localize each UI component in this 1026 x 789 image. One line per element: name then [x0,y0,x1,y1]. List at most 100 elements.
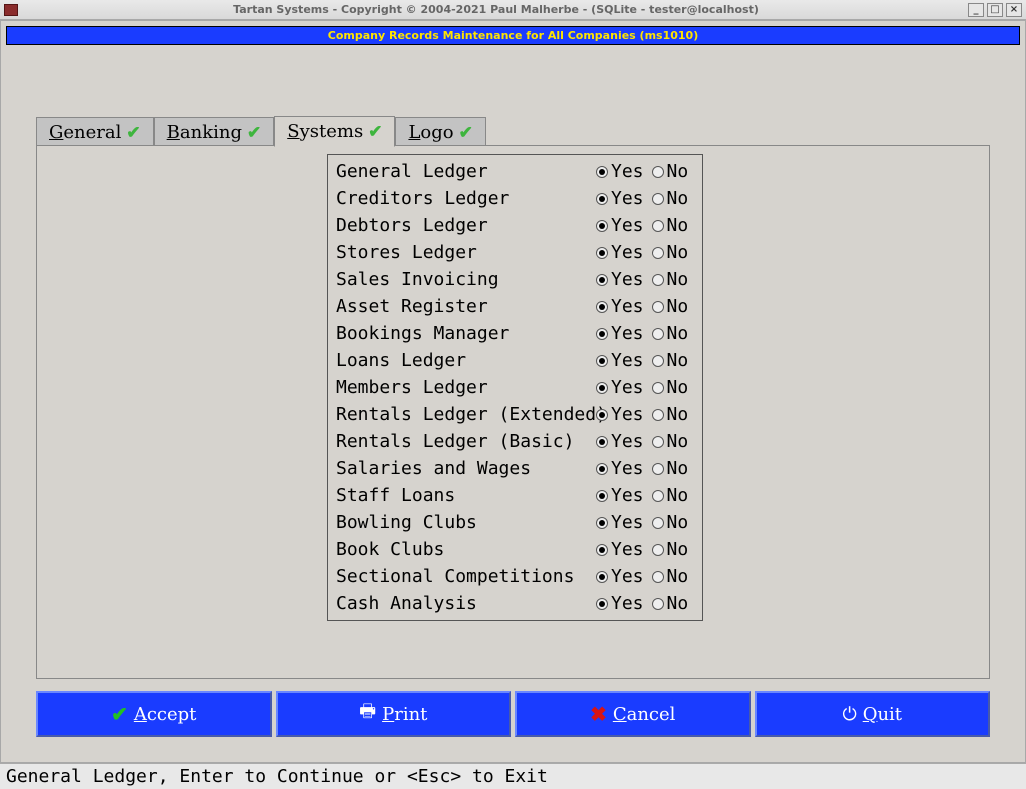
radio-no[interactable] [652,382,664,394]
system-row: General LedgerYesNo [336,158,694,185]
minimize-button[interactable]: _ [968,3,984,17]
radio-no[interactable] [652,247,664,259]
radio-group: Yes No [596,374,694,401]
radio-no[interactable] [652,274,664,286]
radio-yes[interactable] [596,463,608,475]
radio-yes-label: Yes [611,563,644,590]
radio-yes[interactable] [596,220,608,232]
radio-yes-label: Yes [611,158,644,185]
tab-general[interactable]: General✔ [36,117,154,147]
radio-no-label: No [667,320,689,347]
window-controls: _ □ × [968,3,1022,17]
tab-systems[interactable]: Systems✔ [274,116,395,147]
window-titlebar: Tartan Systems - Copyright © 2004-2021 P… [0,0,1026,20]
accept-button[interactable]: ✔ Accept [36,691,272,737]
radio-yes[interactable] [596,598,608,610]
system-label: Bowling Clubs [336,509,596,536]
radio-yes[interactable] [596,328,608,340]
radio-no[interactable] [652,517,664,529]
module-title: Company Records Maintenance for All Comp… [6,26,1020,45]
radio-no[interactable] [652,571,664,583]
radio-group: YesNo [596,266,694,293]
power-icon: ⏻ [842,704,856,725]
system-label: Cash Analysis [336,590,596,617]
radio-no-label: No [667,428,689,455]
system-row: Staff Loans Yes No [336,482,694,509]
check-icon: ✔ [459,123,473,143]
radio-no[interactable] [652,220,664,232]
radio-no[interactable] [652,193,664,205]
radio-yes-label: Yes [611,266,644,293]
radio-group: YesNo [596,239,694,266]
radio-group: YesNo [596,509,694,536]
radio-no[interactable] [652,409,664,421]
system-row: Sectional CompetitionsYesNo [336,563,694,590]
radio-no[interactable] [652,544,664,556]
radio-yes[interactable] [596,544,608,556]
accept-label: Accept [134,704,197,725]
radio-yes[interactable] [596,247,608,259]
system-row: Loans LedgerYesNo [336,347,694,374]
tab-banking[interactable]: Banking✔ [154,117,275,147]
radio-group: YesNo [596,347,694,374]
radio-yes[interactable] [596,166,608,178]
radio-yes-label: Yes [611,212,644,239]
button-bar: ✔ Accept 🖶 Print ✖ Cancel ⏻ Quit [36,691,990,737]
system-label: Bookings Manager [336,320,596,347]
radio-yes[interactable] [596,301,608,313]
systems-panel: General LedgerYesNoCreditors LedgerYesNo… [327,154,703,621]
radio-no[interactable] [652,355,664,367]
radio-no[interactable] [652,490,664,502]
system-row: Book ClubsYesNo [336,536,694,563]
radio-yes[interactable] [596,517,608,529]
radio-no-label: No [667,509,689,536]
system-row: Debtors LedgerYesNo [336,212,694,239]
radio-no[interactable] [652,166,664,178]
status-bar: General Ledger, Enter to Continue or <Es… [0,763,1026,789]
check-icon: ✔ [368,122,382,142]
radio-no-label: No [667,401,689,428]
radio-yes-label: Yes [611,482,644,509]
radio-group: YesNo [596,212,694,239]
radio-no-label: No [667,482,689,509]
cancel-button[interactable]: ✖ Cancel [515,691,751,737]
radio-group: Yes No [596,482,694,509]
radio-yes[interactable] [596,571,608,583]
radio-yes[interactable] [596,409,608,421]
tab-label: Logo [408,122,453,143]
radio-yes[interactable] [596,490,608,502]
radio-no[interactable] [652,328,664,340]
tab-logo[interactable]: Logo ✔ [395,117,485,147]
system-row: Cash AnalysisYesNo [336,590,694,617]
printer-icon: 🖶 [359,699,376,729]
app-icon [4,4,18,16]
system-label: Salaries and Wages [336,455,596,482]
radio-no-label: No [667,185,689,212]
maximize-button[interactable]: □ [987,3,1003,17]
radio-group: YesNo [596,455,694,482]
radio-no[interactable] [652,301,664,313]
radio-group: YesNo [596,563,694,590]
radio-no-label: No [667,374,689,401]
radio-yes[interactable] [596,193,608,205]
close-button[interactable]: × [1006,3,1022,17]
radio-yes[interactable] [596,382,608,394]
check-icon: ✔ [111,702,128,726]
radio-yes-label: Yes [611,374,644,401]
radio-yes[interactable] [596,274,608,286]
system-label: Asset Register [336,293,596,320]
quit-button[interactable]: ⏻ Quit [755,691,991,737]
radio-yes-label: Yes [611,590,644,617]
radio-no[interactable] [652,436,664,448]
radio-yes[interactable] [596,355,608,367]
radio-yes[interactable] [596,436,608,448]
system-label: Staff Loans [336,482,596,509]
print-button[interactable]: 🖶 Print [276,691,512,737]
radio-no[interactable] [652,598,664,610]
radio-no[interactable] [652,463,664,475]
check-icon: ✔ [247,123,261,143]
radio-no-label: No [667,347,689,374]
system-label: Stores Ledger [336,239,596,266]
system-label: General Ledger [336,158,596,185]
radio-group: YesNo [596,185,694,212]
